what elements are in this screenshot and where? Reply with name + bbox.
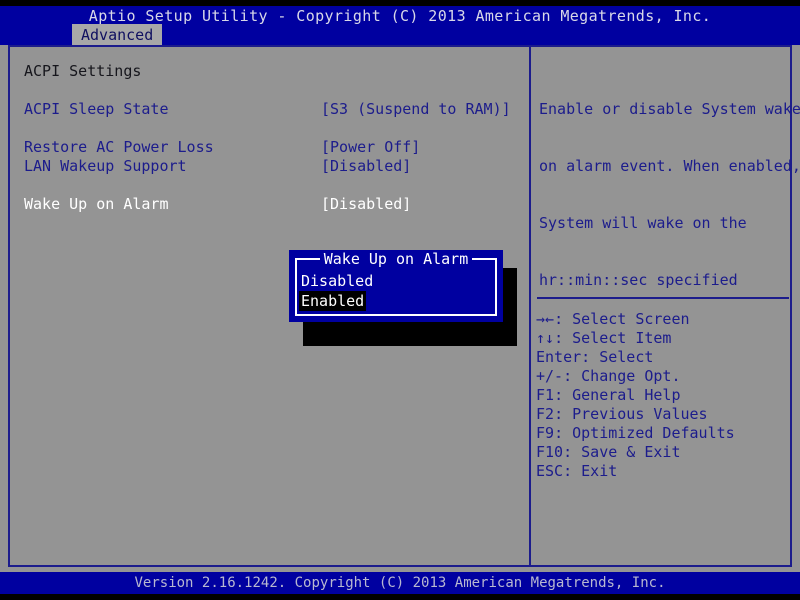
help-line: on alarm event. When enabled,: [539, 157, 787, 176]
key-label: Enter: [536, 348, 581, 366]
setting-value[interactable]: [S3 (Suspend to RAM)]: [321, 100, 511, 119]
dialog-options-list: Disabled Enabled: [299, 271, 493, 311]
arrow-vertical-icon: ↑↓: [536, 329, 554, 347]
key-legend-select-screen: →←: Select Screen: [536, 310, 786, 329]
setting-label: ACPI Sleep State: [24, 100, 169, 119]
dialog-option-enabled[interactable]: Enabled: [299, 291, 366, 311]
setting-row-lan-wakeup-support[interactable]: LAN Wakeup Support [Disabled]: [24, 157, 514, 176]
key-label: ESC: [536, 462, 563, 480]
help-line: System will wake on the: [539, 214, 787, 233]
help-panel: Enable or disable System wake on alarm e…: [539, 62, 787, 328]
setting-label: Restore AC Power Loss: [24, 138, 214, 157]
key-legend: →←: Select Screen ↑↓: Select Item Enter:…: [536, 310, 786, 481]
key-legend-action: : Optimized Defaults: [554, 424, 735, 442]
version-text: Version 2.16.1242. Copyright (C) 2013 Am…: [0, 574, 800, 593]
help-line: Enable or disable System wake: [539, 100, 787, 119]
setting-value[interactable]: [Disabled]: [321, 157, 411, 176]
dialog-option-disabled[interactable]: Disabled: [299, 271, 375, 291]
panel-divider: [529, 45, 531, 567]
key-legend-action: : Select: [581, 348, 653, 366]
key-legend-esc: ESC: Exit: [536, 462, 786, 481]
key-legend-action: : Change Opt.: [563, 367, 680, 385]
tab-advanced[interactable]: Advanced: [72, 24, 162, 46]
key-legend-action: : Exit: [563, 462, 617, 480]
key-label: F1: [536, 386, 554, 404]
key-legend-action: : Select Item: [554, 329, 671, 347]
key-legend-change-opt: +/-: Change Opt.: [536, 367, 786, 386]
setting-value[interactable]: [Disabled]: [321, 195, 411, 214]
key-legend-f9: F9: Optimized Defaults: [536, 424, 786, 443]
key-legend-action: : General Help: [554, 386, 680, 404]
bios-setup-screen: Aptio Setup Utility - Copyright (C) 2013…: [0, 0, 800, 600]
setting-label: Wake Up on Alarm: [24, 195, 169, 214]
key-legend-f10: F10: Save & Exit: [536, 443, 786, 462]
key-legend-action: : Save & Exit: [563, 443, 680, 461]
setting-label: LAN Wakeup Support: [24, 157, 187, 176]
key-label: +/-: [536, 367, 563, 385]
key-legend-f1: F1: General Help: [536, 386, 786, 405]
key-label: F9: [536, 424, 554, 442]
setting-row-restore-ac-power-loss[interactable]: Restore AC Power Loss [Power Off]: [24, 138, 514, 157]
bottom-black-strip: [0, 594, 800, 600]
help-line: hr::min::sec specified: [539, 271, 787, 290]
section-title: ACPI Settings: [24, 62, 514, 81]
key-legend-action: : Previous Values: [554, 405, 708, 423]
row-spacer: [24, 119, 514, 138]
key-legend-select-item: ↑↓: Select Item: [536, 329, 786, 348]
settings-panel: ACPI Settings ACPI Sleep State [S3 (Susp…: [24, 62, 514, 214]
key-legend-enter: Enter: Select: [536, 348, 786, 367]
dialog-title: Wake Up on Alarm: [289, 250, 503, 269]
arrow-horizontal-icon: →←: [536, 310, 554, 328]
row-spacer: [24, 176, 514, 195]
setting-row-acpi-sleep-state[interactable]: ACPI Sleep State [S3 (Suspend to RAM)]: [24, 100, 514, 119]
dialog-title-text: Wake Up on Alarm: [320, 250, 473, 268]
setting-row-wake-up-on-alarm[interactable]: Wake Up on Alarm [Disabled]: [24, 195, 514, 214]
help-keys-separator: [537, 297, 789, 299]
key-legend-action: : Select Screen: [554, 310, 689, 328]
setting-value[interactable]: [Power Off]: [321, 138, 420, 157]
key-label: F2: [536, 405, 554, 423]
key-legend-f2: F2: Previous Values: [536, 405, 786, 424]
wake-up-on-alarm-dialog: Wake Up on Alarm Disabled Enabled: [289, 250, 503, 322]
key-label: F10: [536, 443, 563, 461]
